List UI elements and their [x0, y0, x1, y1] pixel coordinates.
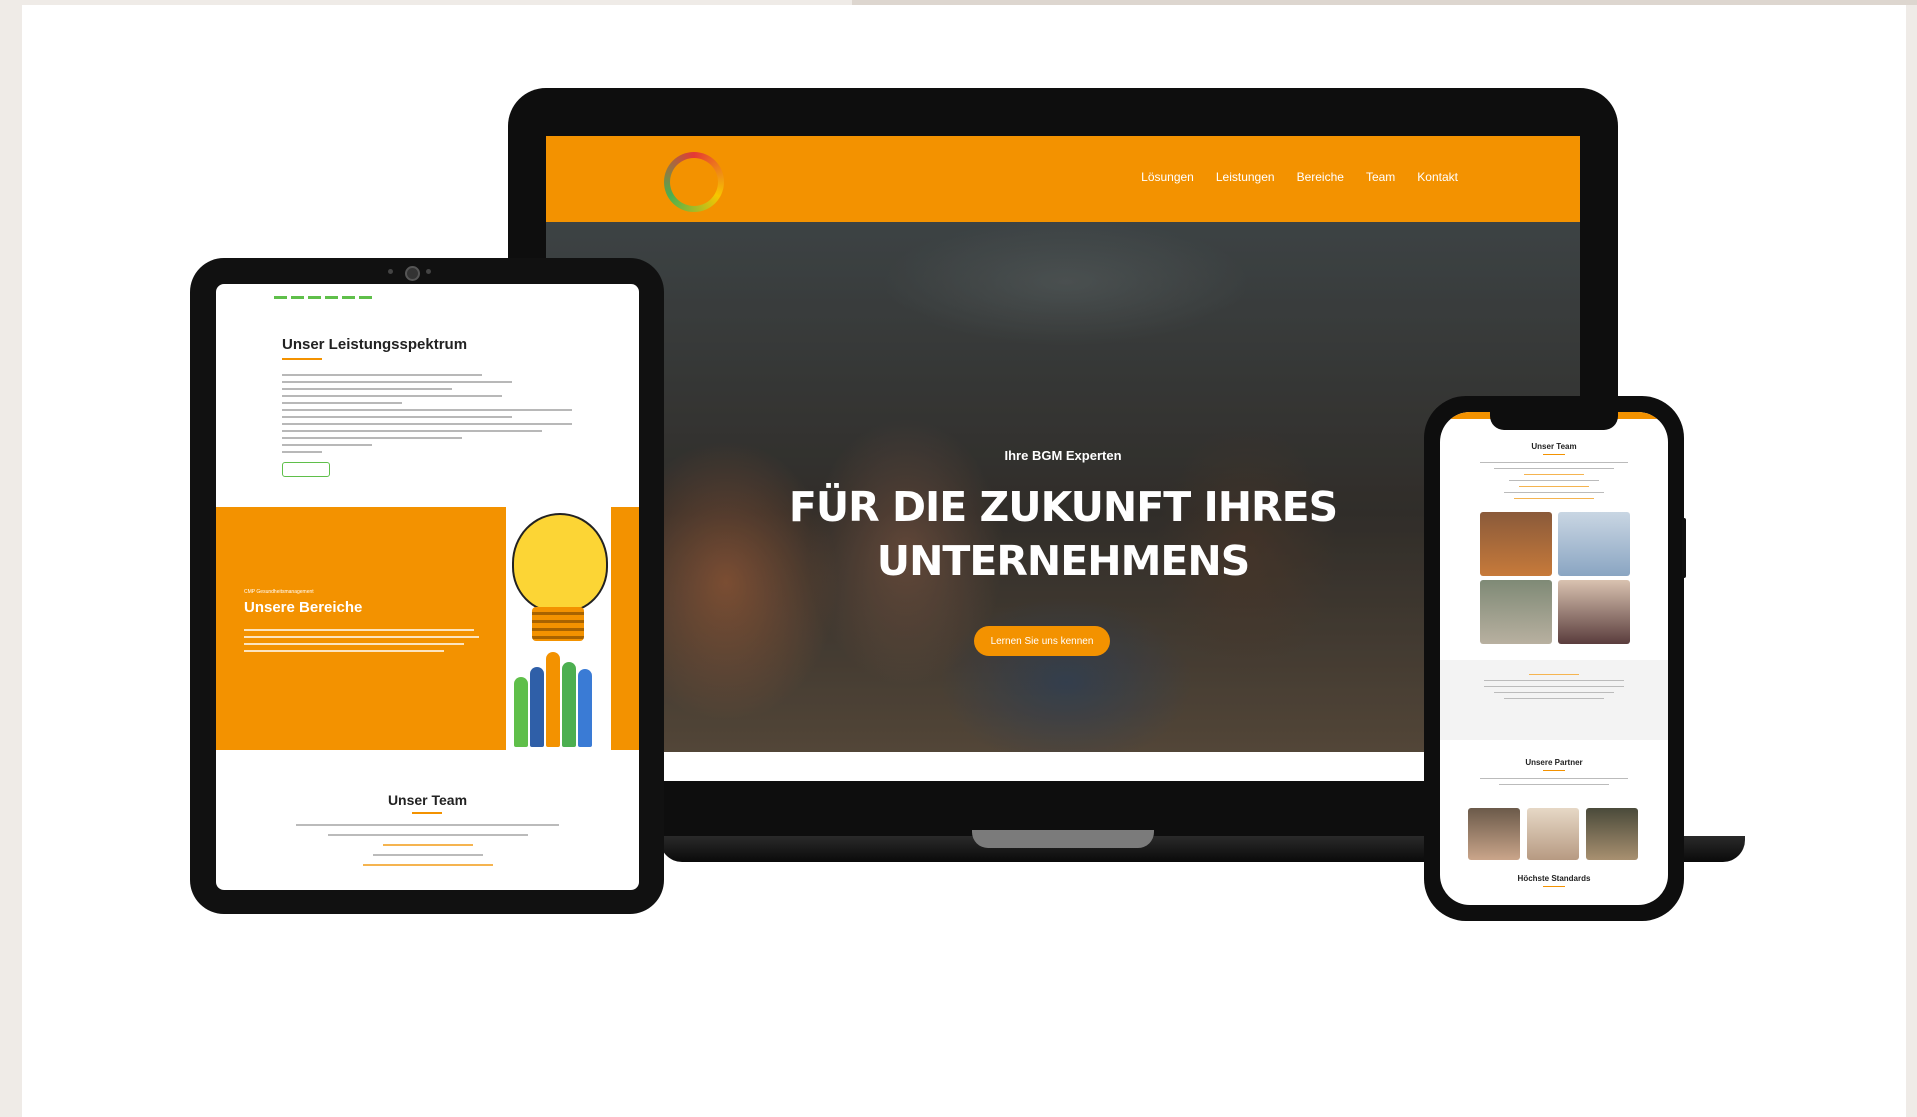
hero-title: FÜR DIE ZUKUNFT IHRES UNTERNEHMENS	[546, 480, 1580, 588]
tablet-sensor-icon	[388, 269, 393, 274]
title-underline	[1543, 886, 1565, 887]
title-underline	[1543, 770, 1565, 771]
nav-item-bereiche[interactable]: Bereiche	[1297, 170, 1344, 184]
title-underline	[282, 358, 322, 360]
progress-dashes	[274, 296, 372, 299]
main-nav: Lösungen Leistungen Bereiche Team Kontak…	[1141, 170, 1458, 184]
logo-ring-icon[interactable]	[664, 152, 724, 212]
hero-kicker: Ihre BGM Experten	[1004, 448, 1122, 463]
section-title-leistungsspektrum: Unser Leistungsspektrum	[282, 336, 468, 353]
nav-item-loesungen[interactable]: Lösungen	[1141, 170, 1194, 184]
bereiche-text	[244, 629, 484, 657]
tablet-camera-icon	[405, 266, 420, 281]
site-header: Lösungen Leistungen Bereiche Team Kontak…	[546, 136, 1580, 222]
phone-side-button	[1682, 518, 1686, 578]
bereiche-kicker: CMP Gesundheitsmanagement	[244, 589, 314, 595]
team-photo	[1558, 580, 1630, 644]
tablet-sensor-icon	[426, 269, 431, 274]
phone-notch	[1490, 410, 1618, 430]
hero-title-line-1: FÜR DIE ZUKUNFT IHRES	[788, 483, 1338, 531]
partner-photo	[1468, 808, 1520, 860]
team-photo	[1480, 580, 1552, 644]
hero-cta-button[interactable]: Lernen Sie uns kennen	[974, 626, 1110, 656]
nav-item-kontakt[interactable]: Kontakt	[1417, 170, 1458, 184]
more-button[interactable]	[282, 462, 330, 477]
laptop-hinge-notch	[972, 830, 1154, 848]
lightbulb-base	[532, 607, 584, 641]
title-underline	[412, 812, 442, 814]
phone-title-standards: Höchste Standards	[1517, 874, 1591, 883]
team-text	[296, 824, 559, 874]
section-title-bereiche: Unsere Bereiche	[244, 599, 363, 616]
people-illustration	[512, 637, 607, 747]
hero-title-line-2: UNTERNEHMENS	[876, 537, 1250, 585]
partner-text	[1480, 778, 1628, 790]
partner-photo	[1527, 808, 1579, 860]
nav-item-leistungen[interactable]: Leistungen	[1216, 170, 1275, 184]
section-title-team: Unser Team	[387, 792, 468, 808]
nav-item-team[interactable]: Team	[1366, 170, 1395, 184]
testimonial-text	[1480, 674, 1628, 704]
service-list	[282, 374, 582, 458]
phone-title-partner: Unsere Partner	[1525, 758, 1583, 767]
testimonial-section	[1440, 660, 1668, 740]
partner-photo	[1586, 808, 1638, 860]
